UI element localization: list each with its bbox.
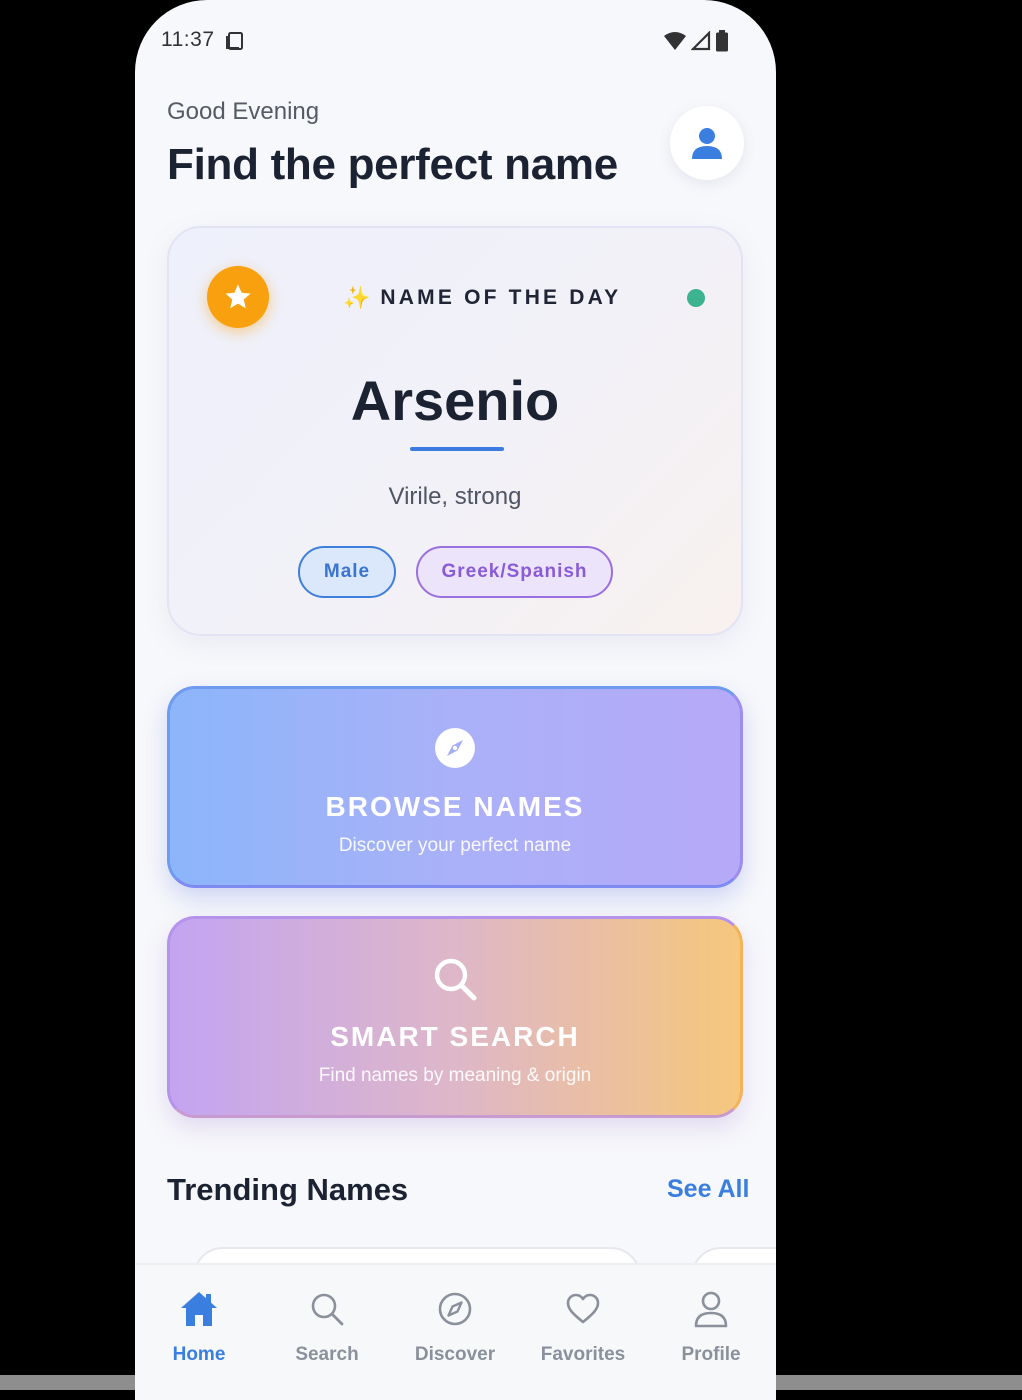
see-all-link[interactable]: See All [667,1175,749,1204]
nav-home[interactable]: Home [135,1287,263,1366]
browse-icon-wrap [170,726,740,770]
heart-icon [566,1293,600,1324]
page-title: Find the perfect name [167,140,618,189]
search-icon [434,958,477,1001]
compass-icon [438,1292,472,1326]
featured-name: Arsenio [350,369,560,432]
signal-icon [691,31,711,51]
nav-search[interactable]: Search [263,1287,391,1366]
browse-names-button[interactable]: BROWSE NAMES Discover your perfect name [167,686,743,888]
profile-avatar-button[interactable] [670,106,744,180]
sim-card-icon [226,32,243,50]
smart-search-subtitle: Find names by meaning & origin [318,1065,592,1086]
browse-names-subtitle: Discover your perfect name [338,835,572,856]
origin-chip[interactable]: Greek/Spanish [416,546,613,598]
wifi-icon [664,32,686,50]
person-icon [694,1291,728,1328]
status-icons [663,30,729,52]
nav-discover-label: Discover [414,1344,496,1365]
sparkles-icon: ✨ [343,285,371,310]
nav-search-label: Search [295,1344,359,1365]
nav-profile[interactable]: Profile [647,1287,775,1366]
greeting-text: Good Evening [167,98,320,125]
nav-favorites[interactable]: Favorites [519,1287,647,1366]
battery-icon [716,30,728,52]
person-icon [692,128,722,159]
bottom-navigation: Home Search Discover Favorites Profile [135,1263,776,1400]
smart-search-title: SMART SEARCH [330,1021,580,1052]
nav-favorites-label: Favorites [540,1344,626,1365]
nav-profile-label: Profile [681,1344,741,1365]
browse-names-title: BROWSE NAMES [325,791,585,822]
name-meaning: Virile, strong [388,483,522,510]
gender-chip[interactable]: Male [298,546,396,598]
nav-home-label: Home [172,1344,226,1365]
trending-names-heading: Trending Names [167,1172,409,1207]
status-time: 11:37 [161,28,215,51]
name-of-the-day-header: ✨ NAME OF THE DAY [343,285,621,311]
nav-discover[interactable]: Discover [391,1287,519,1366]
name-of-the-day-card[interactable]: ✨ NAME OF THE DAY Arsenio Virile, strong… [167,226,743,636]
compass-icon [435,728,475,768]
smart-search-button[interactable]: SMART SEARCH Find names by meaning & ori… [167,916,743,1118]
star-badge [207,266,269,328]
name-of-the-day-label: NAME OF THE DAY [380,286,622,309]
home-icon [181,1292,217,1326]
phone-screen: 11:37 Good Evening Find the perfect name [135,0,776,1400]
smart-search-icon-wrap [170,956,740,1002]
search-icon [311,1293,344,1326]
star-icon [225,284,251,309]
name-underline [410,447,504,451]
status-dot [687,289,705,307]
